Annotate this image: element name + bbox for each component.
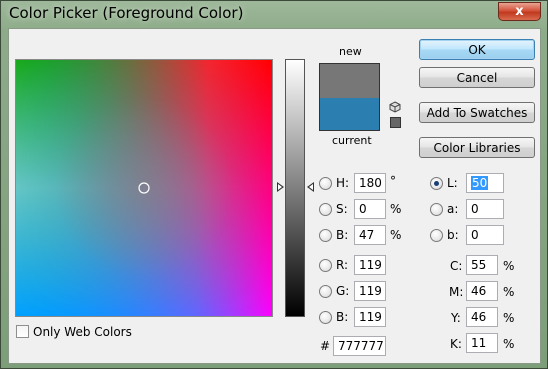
brightness-row: B:: [319, 225, 348, 245]
current-label: current: [332, 134, 372, 147]
cyan-label: C:: [450, 259, 463, 273]
magenta-input[interactable]: 46: [466, 281, 498, 301]
black-input[interactable]: 11: [466, 333, 498, 353]
magenta-label: M:: [449, 285, 464, 299]
red-radio[interactable]: [319, 258, 332, 272]
green-row: G:: [319, 281, 349, 301]
hue-unit: °: [390, 174, 396, 188]
lightness-input[interactable]: 50: [466, 173, 504, 193]
color-field-gradient: [16, 60, 272, 316]
web-safe-cube-icon[interactable]: [389, 101, 401, 113]
black-unit: %: [503, 337, 515, 351]
a-channel-input[interactable]: 0: [466, 199, 504, 219]
black-label: K:: [450, 337, 462, 351]
b-channel-label: b:: [447, 228, 459, 242]
red-input[interactable]: 119: [354, 255, 386, 275]
lightness-radio[interactable]: [430, 176, 443, 190]
title-bar[interactable]: Color Picker (Foreground Color) x: [1, 1, 547, 27]
hue-label: H:: [336, 176, 350, 190]
blue-row: B:: [319, 307, 348, 327]
yellow-input[interactable]: 46: [466, 307, 498, 327]
hex-input[interactable]: 777777: [333, 336, 386, 356]
yellow-label: Y:: [451, 311, 461, 325]
only-web-colors-checkbox[interactable]: [16, 325, 29, 338]
color-libraries-button[interactable]: Color Libraries: [419, 137, 535, 158]
yellow-unit: %: [503, 311, 515, 325]
color-field[interactable]: [15, 59, 273, 317]
cyan-input[interactable]: 55: [466, 255, 498, 275]
green-radio[interactable]: [319, 284, 332, 298]
cancel-button[interactable]: Cancel: [419, 67, 535, 88]
cyan-unit: %: [503, 259, 515, 273]
brightness-label: B:: [336, 228, 349, 242]
hex-label: #: [320, 339, 331, 353]
brightness-unit: %: [390, 228, 402, 242]
green-label: G:: [336, 284, 350, 298]
b-channel-input[interactable]: 0: [466, 225, 504, 245]
hue-input[interactable]: 180: [354, 173, 386, 193]
color-swatch: [319, 63, 380, 131]
current-color-swatch[interactable]: [320, 98, 379, 130]
lightness-label: L:: [447, 176, 458, 190]
blue-input[interactable]: 119: [354, 307, 386, 327]
a-channel-label: a:: [447, 202, 459, 216]
saturation-unit: %: [390, 202, 402, 216]
green-input[interactable]: 119: [354, 281, 386, 301]
add-to-swatches-button[interactable]: Add To Swatches: [419, 102, 535, 123]
only-web-colors-label[interactable]: Only Web Colors: [33, 325, 132, 339]
blue-label: B:: [336, 310, 349, 324]
brightness-radio[interactable]: [319, 228, 332, 242]
saturation-label: S:: [336, 202, 348, 216]
b-channel-radio[interactable]: [430, 228, 443, 242]
slider-handle-left[interactable]: [277, 182, 284, 192]
brightness-input[interactable]: 47: [354, 225, 386, 245]
saturation-row: S:: [319, 199, 348, 219]
new-label: new: [339, 45, 362, 58]
hue-radio[interactable]: [319, 176, 332, 190]
close-icon: x: [515, 4, 524, 19]
a-channel-radio[interactable]: [430, 202, 443, 216]
b-channel-row: b:: [430, 225, 459, 245]
new-color-swatch: [320, 64, 379, 98]
web-safe-color-box[interactable]: [390, 117, 401, 128]
magenta-unit: %: [503, 285, 515, 299]
lightness-value: 50: [471, 176, 489, 190]
dialog-client-area: new current OK Cancel Add To Swatches Co…: [8, 28, 541, 364]
red-row: R:: [319, 255, 348, 275]
blue-radio[interactable]: [319, 310, 332, 324]
lightness-row: L:: [430, 173, 458, 193]
color-picker-window: Color Picker (Foreground Color) x new cu…: [0, 0, 548, 369]
saturation-radio[interactable]: [319, 202, 332, 216]
close-button[interactable]: x: [498, 2, 541, 21]
ok-button[interactable]: OK: [419, 39, 535, 60]
red-label: R:: [336, 258, 349, 272]
a-channel-row: a:: [430, 199, 458, 219]
saturation-input[interactable]: 0: [354, 199, 386, 219]
window-title: Color Picker (Foreground Color): [9, 4, 244, 22]
lightness-slider[interactable]: [285, 59, 305, 317]
hue-row: H:: [319, 173, 349, 193]
slider-handle-right[interactable]: [307, 182, 314, 192]
